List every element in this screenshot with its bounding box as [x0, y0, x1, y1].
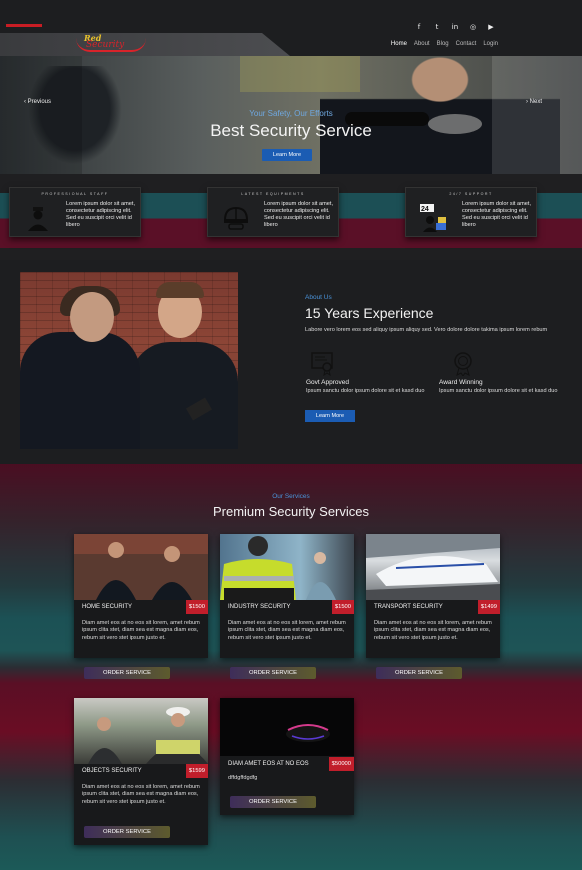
top-bar: f t in ◎ ▶ Red Security Home About Blog …	[0, 0, 582, 56]
nav-about[interactable]: About	[414, 41, 430, 47]
nav-blog[interactable]: Blog	[437, 41, 449, 47]
nav-contact[interactable]: Contact	[456, 41, 477, 47]
services-tag: Our Services	[272, 493, 310, 500]
about-title: 15 Years Experience	[305, 305, 434, 321]
nav-login[interactable]: Login	[483, 41, 498, 47]
order-service-button[interactable]: ORDER SERVICE	[376, 667, 462, 679]
hero-carousel: ‹ Previous › Next Your Safety, Our Effor…	[0, 56, 582, 174]
helmet-icon	[223, 206, 249, 230]
about-item-text: Ipsum sanctu dolor ipsum dolore sit et k…	[439, 388, 558, 394]
service-title: HOME SECURITY	[82, 604, 133, 610]
feature-card: PROFESSIONAL STAFF Lorem ipsum dolor sit…	[9, 187, 141, 237]
photo-officer-male-body	[130, 342, 238, 449]
service-card: OBJECTS SECURITY $1599 Diam amet eos at …	[74, 698, 208, 845]
service-title: TRANSPORT SECURITY	[374, 604, 443, 610]
features-strip: PROFESSIONAL STAFF Lorem ipsum dolor sit…	[0, 174, 582, 260]
service-image-industry	[220, 534, 354, 600]
logo[interactable]: Red Security	[76, 32, 156, 54]
about-section: About Us 15 Years Experience Labore vero…	[0, 260, 582, 464]
service-price: $50000	[328, 757, 354, 771]
about-photo	[20, 272, 238, 449]
service-price: $1499	[477, 600, 500, 614]
service-image-transport	[366, 534, 500, 600]
industry-security-vest-image	[220, 536, 336, 600]
page: f t in ◎ ▶ Red Security Home About Blog …	[0, 0, 582, 870]
service-title: DIAM AMET EOS AT NO EOS	[228, 761, 309, 767]
award-icon	[454, 352, 472, 376]
about-item-title: Govt Approved	[306, 379, 349, 386]
about-item-title: Award Winning	[439, 379, 483, 386]
carousel-prev-button[interactable]: ‹ Previous	[24, 99, 51, 105]
service-price: $1599	[185, 764, 208, 778]
order-service-button[interactable]: ORDER SERVICE	[84, 667, 170, 679]
service-card: INDUSTRY SECURITY $1500 Diam amet eos at…	[220, 534, 354, 679]
gaming-mouse-image	[286, 724, 330, 742]
facebook-icon[interactable]: f	[414, 22, 424, 32]
service-card: HOME SECURITY $1500 Diam amet eos at no …	[74, 534, 208, 679]
service-text: Diam amet eos at no eos sit lorem, amet …	[374, 620, 492, 641]
feature-text: Lorem ipsum dolor sit amet, consectetur …	[462, 201, 532, 228]
nav-home[interactable]: Home	[391, 41, 407, 47]
hero-title: Best Security Service	[210, 121, 372, 140]
service-image-objects	[74, 698, 208, 764]
services-section: Our Services Premium Security Services H…	[0, 464, 582, 870]
service-title: INDUSTRY SECURITY	[228, 604, 291, 610]
guard-icon	[28, 207, 48, 231]
logo-line2: Security	[86, 40, 125, 50]
hero-subtitle: Your Safety, Our Efforts	[249, 109, 333, 118]
service-card: DIAM AMET EOS AT NO EOS $50000 dffdgffdg…	[220, 698, 354, 815]
photo-officer-male-hair	[156, 282, 204, 298]
carousel-next-label: Next	[529, 99, 543, 105]
linkedin-icon[interactable]: in	[450, 22, 460, 32]
instagram-icon[interactable]: ◎	[468, 22, 478, 32]
service-title: OBJECTS SECURITY	[82, 768, 142, 774]
service-price: $1500	[185, 600, 208, 614]
transport-bullet-train-image	[366, 534, 500, 600]
service-text: Diam amet eos at no eos sit lorem, amet …	[82, 784, 200, 805]
hero-learn-more-button[interactable]: Learn More	[262, 149, 312, 161]
support-24-7-icon: 24	[420, 204, 446, 232]
about-item-text: Ipsum sanctu dolor ipsum dolore sit et k…	[306, 388, 425, 394]
home-security-officers-image	[96, 542, 192, 600]
photo-officer-female-body	[20, 332, 140, 449]
feature-title: PROFESSIONAL STAFF	[41, 192, 109, 196]
objects-security-guards-image	[88, 707, 208, 764]
feature-text: Lorem ipsum dolor sit amet, consectetur …	[66, 201, 136, 228]
service-text: Diam amet eos at no eos sit lorem, amet …	[228, 620, 346, 641]
feature-title: LATEST EQUIPMENTS	[241, 192, 305, 196]
feature-text: Lorem ipsum dolor sit amet, consectetur …	[264, 201, 334, 228]
certificate-icon	[311, 352, 333, 376]
service-price: $1500	[331, 600, 354, 614]
about-learn-more-button[interactable]: Learn More	[305, 410, 355, 422]
services-title: Premium Security Services	[212, 504, 370, 519]
about-tag: About Us	[305, 294, 332, 301]
feature-title: 24/7 SUPPORT	[449, 192, 493, 196]
twitter-icon[interactable]: t	[432, 22, 442, 32]
carousel-prev-label: Previous	[27, 99, 52, 105]
feature-card: 24/7 SUPPORT 24 Lorem ipsum dolor sit am…	[405, 187, 537, 237]
feature-card: LATEST EQUIPMENTS Lorem ipsum dolor sit …	[207, 187, 339, 237]
carousel-next-button[interactable]: › Next	[526, 99, 542, 105]
order-service-button[interactable]: ORDER SERVICE	[230, 796, 316, 808]
svg-text:24: 24	[421, 206, 429, 213]
service-image-device	[220, 698, 354, 756]
photo-officer-female-head	[70, 292, 114, 342]
accent-line	[6, 24, 42, 27]
service-text: Diam amet eos at no eos sit lorem, amet …	[82, 620, 200, 641]
about-description: Labore vero lorem eos sed aliquy ipsum a…	[305, 327, 548, 333]
service-text: dffdgffdgdfg	[228, 775, 258, 781]
order-service-button[interactable]: ORDER SERVICE	[230, 667, 316, 679]
social-links: f t in ◎ ▶	[414, 22, 496, 32]
youtube-icon[interactable]: ▶	[486, 22, 496, 32]
order-service-button[interactable]: ORDER SERVICE	[84, 826, 170, 838]
main-nav: Home About Blog Contact Login	[391, 41, 498, 47]
service-card: TRANSPORT SECURITY $1499 Diam amet eos a…	[366, 534, 500, 679]
service-image-home	[74, 534, 208, 600]
